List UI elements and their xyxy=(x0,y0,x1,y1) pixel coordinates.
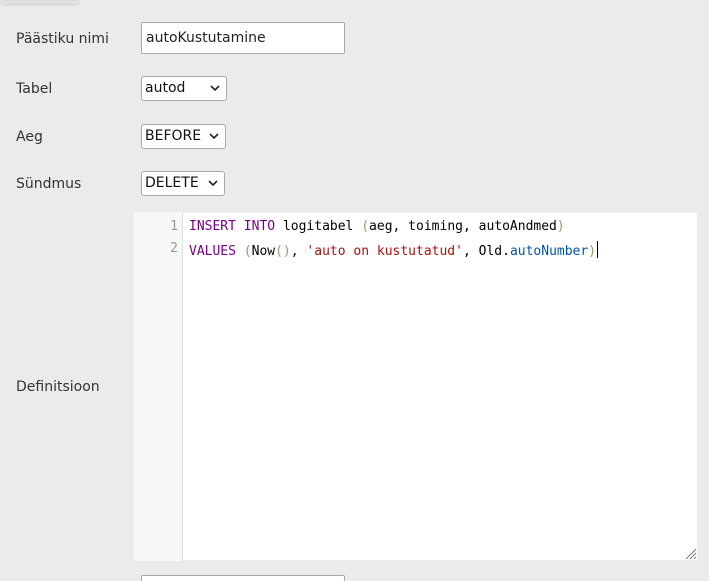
keyword-values: VALUES xyxy=(189,244,236,259)
next-field-input[interactable] xyxy=(141,575,345,581)
time-select[interactable]: BEFORE xyxy=(141,124,226,149)
code-line-1[interactable]: INSERT INTO logitabel (aeg, toiming, aut… xyxy=(189,219,565,234)
chevron-down-icon xyxy=(210,85,220,92)
event-select[interactable]: DELETE xyxy=(141,171,225,196)
code-line-2[interactable]: VALUES (Now(), 'auto on kustutatud', Old… xyxy=(189,241,599,259)
column-list: aeg, toiming, autoAndmed xyxy=(369,219,557,234)
chevron-down-icon xyxy=(208,180,218,187)
line-number: 1 xyxy=(170,219,178,234)
time-select-value: BEFORE xyxy=(145,128,202,144)
trigger-name-input[interactable]: autoKustutamine xyxy=(141,22,345,54)
dot-operator: . xyxy=(502,244,510,259)
trigger-editor-form: Päästiku nimi autoKustutamine Tabel auto… xyxy=(0,0,709,581)
line-number: 2 xyxy=(170,241,178,256)
trigger-name-label: Päästiku nimi xyxy=(16,31,109,47)
top-tab-shadow xyxy=(0,0,80,4)
function-parens: () xyxy=(275,244,291,259)
table-name: logitabel xyxy=(282,219,354,234)
open-paren: ( xyxy=(361,219,370,234)
text-cursor xyxy=(597,241,599,258)
open-paren: ( xyxy=(243,244,252,259)
separator: , xyxy=(462,244,479,259)
function-name: Now xyxy=(251,244,276,259)
chevron-down-icon xyxy=(209,133,219,140)
sql-code-editor[interactable]: 1 2 INSERT INTO logitabel (aeg, toiming,… xyxy=(134,212,698,561)
keyword-into: INTO xyxy=(243,219,276,234)
table-label: Tabel xyxy=(16,81,53,97)
close-paren: ) xyxy=(556,219,565,234)
property-name: autoNumber xyxy=(509,244,589,259)
time-label: Aeg xyxy=(16,129,43,145)
event-label: Sündmus xyxy=(16,176,82,192)
keyword-insert: INSERT xyxy=(189,219,236,234)
close-paren: ) xyxy=(588,244,597,259)
line-number-gutter: 1 2 xyxy=(134,212,183,561)
definition-label: Definitsioon xyxy=(16,379,100,395)
separator: , xyxy=(290,244,307,259)
table-select-value: autod xyxy=(145,80,186,96)
resize-grip-icon[interactable] xyxy=(683,546,697,560)
event-select-value: DELETE xyxy=(145,175,199,191)
table-select[interactable]: autod xyxy=(141,76,227,101)
object-name: Old xyxy=(478,244,503,259)
string-literal: 'auto on kustutatud' xyxy=(306,244,463,259)
